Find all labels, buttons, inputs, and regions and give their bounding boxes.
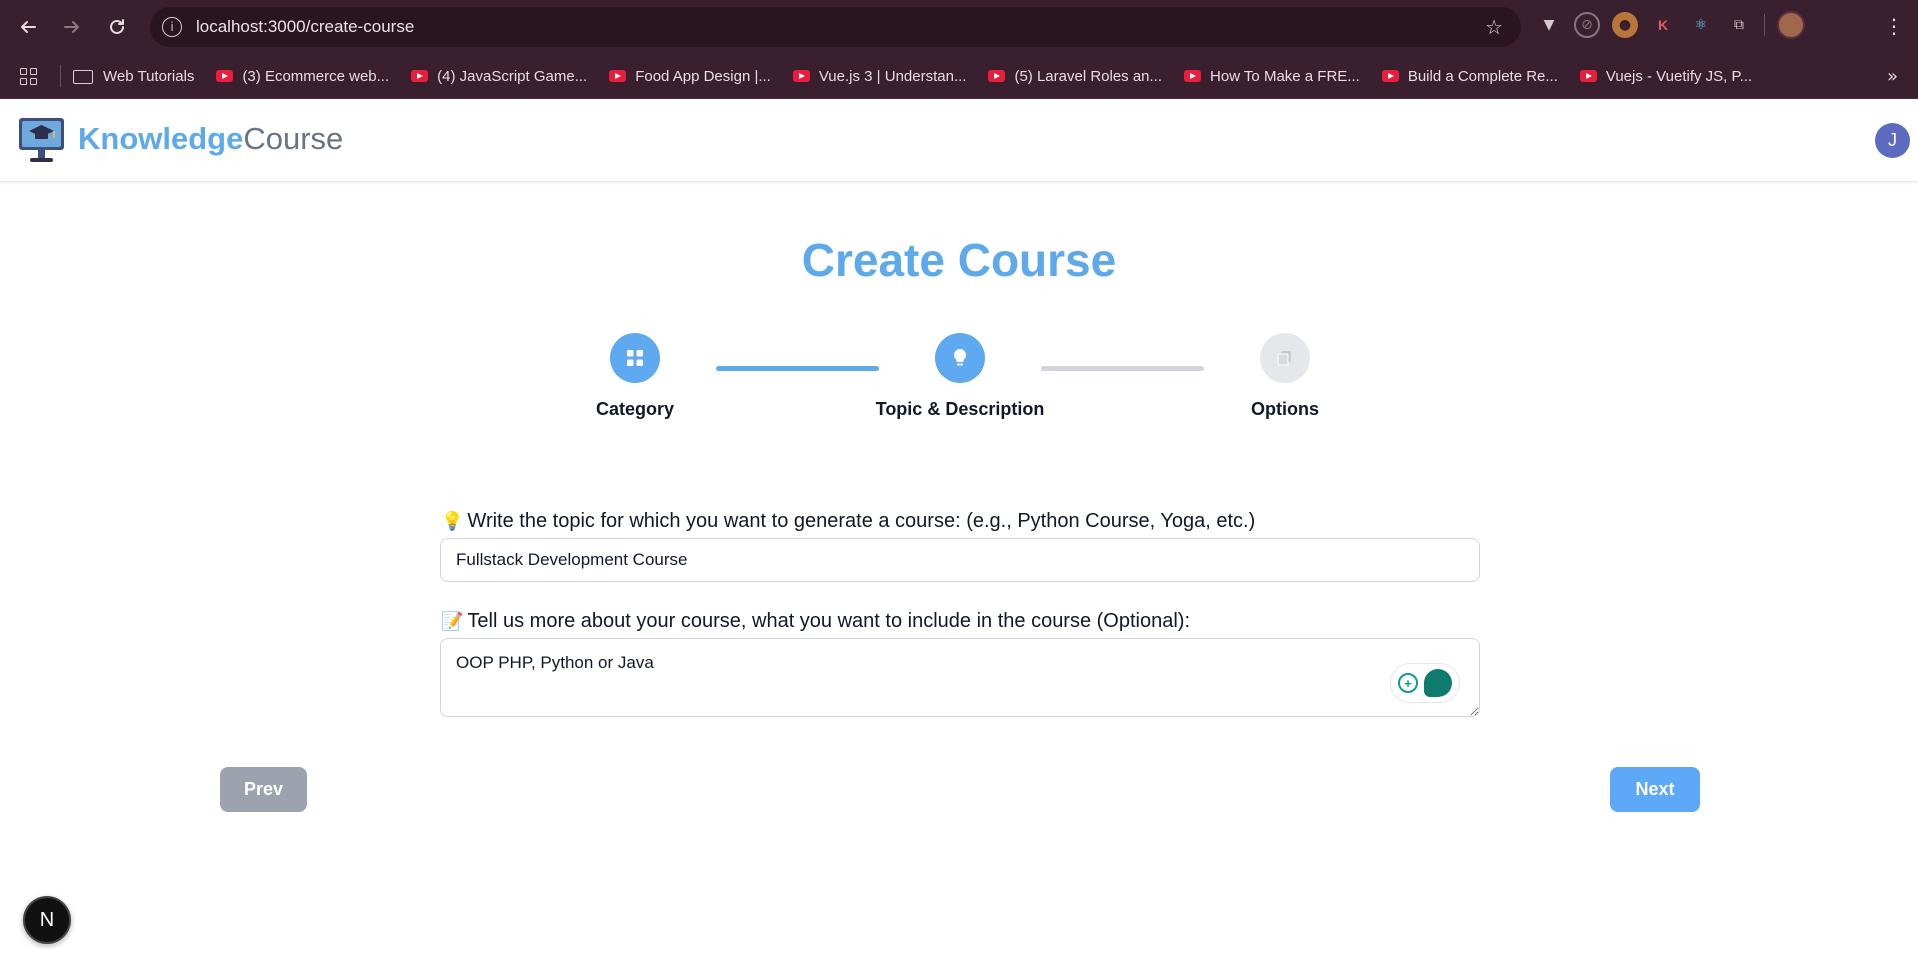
description-textarea[interactable]: OOP PHP, Python or Java [440, 638, 1480, 717]
bookmark-label: (3) Ecommerce web... [242, 67, 390, 85]
browser-profile-avatar[interactable] [1777, 11, 1805, 39]
step-category[interactable]: Category [535, 333, 735, 420]
youtube-icon [411, 70, 429, 82]
youtube-icon [1381, 70, 1399, 82]
bookmark-item[interactable]: Food App Design |... [609, 68, 771, 85]
nextjs-devtools-badge[interactable]: N [23, 896, 71, 944]
grammar-assistant-widget[interactable]: + [1390, 663, 1460, 703]
brand-light: Course [243, 121, 344, 156]
folder-icon [73, 70, 93, 84]
bookmarks-divider [60, 65, 61, 87]
k-extension-icon[interactable]: K [1650, 12, 1676, 38]
vuetify-extension-icon[interactable]: ▼ [1536, 12, 1562, 38]
bookmark-item[interactable]: Build a Complete Re... [1381, 67, 1558, 85]
bookmark-label: Food App Design |... [635, 67, 771, 85]
bookmark-label: (5) Laravel Roles an... [1014, 67, 1163, 85]
address-bar[interactable]: i localhost:3000/create-course ☆ [150, 7, 1521, 47]
page-title: Create Course [801, 234, 1117, 286]
lightbulb-plus-icon[interactable]: + [1398, 673, 1418, 693]
step-connector-complete [716, 366, 879, 371]
apps-grid-icon[interactable] [20, 67, 44, 85]
bookmark-item[interactable]: Vuejs - Vuetify JS, P... [1579, 67, 1753, 85]
logo-icon[interactable] [18, 116, 65, 164]
brand-bold: Knowledge [78, 121, 244, 156]
bookmark-item[interactable]: (4) JavaScript Game... [411, 68, 587, 85]
forward-icon[interactable] [54, 9, 90, 45]
url-text[interactable]: localhost:3000/create-course [196, 17, 414, 37]
bookmark-label: Vuejs - Vuetify JS, P... [1605, 67, 1753, 85]
more-menu-icon[interactable]: ⋮ [1884, 14, 1904, 38]
app-header: KnowledgeCourse J [0, 99, 1918, 182]
bookmark-star-icon[interactable]: ☆ [1485, 15, 1503, 40]
more-bookmarks-icon[interactable]: » [1887, 66, 1898, 87]
step-label: Category [595, 399, 675, 419]
bookmark-item[interactable]: Vue.js 3 | Understan... [792, 67, 967, 85]
topic-input[interactable] [440, 538, 1480, 582]
step-circle [610, 333, 660, 383]
step-options[interactable]: Options [1185, 333, 1385, 420]
prev-button[interactable]: Prev [220, 767, 307, 812]
step-connector-pending [1041, 366, 1204, 371]
brand-name[interactable]: KnowledgeCourse [78, 121, 343, 157]
description-label-text: Tell us more about your course, what you… [467, 610, 1191, 632]
bookmark-label: Build a Complete Re... [1407, 67, 1558, 85]
youtube-icon [216, 70, 234, 82]
memo-emoji-icon: 📝 [441, 611, 464, 632]
bookmark-item[interactable]: How To Make a FRE... [1184, 68, 1360, 85]
description-label: 📝 Tell us more about your course, what y… [441, 610, 1190, 633]
topic-label-text: Write the topic for which you want to ge… [467, 510, 1256, 532]
reload-icon[interactable] [99, 9, 135, 45]
grid-icon [627, 350, 643, 366]
user-avatar[interactable]: J [1875, 123, 1910, 158]
toolbar-divider [1764, 14, 1765, 36]
blocker-extension-icon[interactable]: ⊘ [1574, 12, 1600, 38]
lightbulb-emoji-icon: 💡 [441, 511, 464, 532]
youtube-icon [1579, 70, 1597, 82]
back-icon[interactable] [10, 9, 46, 45]
bookmark-label: Vue.js 3 | Understan... [818, 67, 967, 85]
youtube-icon [792, 70, 810, 82]
site-info-icon[interactable]: i [162, 17, 182, 37]
next-button[interactable]: Next [1610, 767, 1700, 812]
youtube-icon [988, 70, 1006, 82]
bookmark-folder-web-tutorials[interactable]: Web Tutorials [73, 68, 194, 85]
youtube-icon [1184, 70, 1202, 82]
step-circle [1260, 333, 1310, 383]
chat-bubble-icon[interactable] [1424, 669, 1452, 697]
bookmark-item[interactable]: (3) Ecommerce web... [216, 68, 389, 85]
bookmark-item[interactable]: (5) Laravel Roles an... [988, 68, 1162, 85]
youtube-icon [609, 70, 627, 82]
extensions-puzzle-icon[interactable]: ⧉ [1726, 12, 1752, 38]
bookmark-label: (4) JavaScript Game... [437, 67, 588, 85]
lightbulb-icon [953, 348, 967, 366]
cookie-extension-icon[interactable]: ● [1612, 12, 1638, 38]
clipboard-icon [1277, 351, 1291, 366]
topic-label: 💡 Write the topic for which you want to … [441, 510, 1255, 533]
step-topic-description[interactable]: Topic & Description [860, 333, 1060, 420]
extensions-area: ▼ ⊘ ● K ⚛ ⧉ [1536, 11, 1805, 39]
bookmarks-bar: Web Tutorials (3) Ecommerce web... (4) J… [0, 54, 1918, 99]
step-circle [935, 333, 985, 383]
browser-toolbar: i localhost:3000/create-course ☆ ▼ ⊘ ● K… [0, 0, 1918, 54]
bookmark-label: How To Make a FRE... [1210, 67, 1360, 85]
step-label: Options [1251, 399, 1319, 419]
step-label: Topic & Description [875, 399, 1045, 419]
react-devtools-icon[interactable]: ⚛ [1688, 12, 1714, 38]
bookmark-label: Web Tutorials [103, 67, 195, 85]
